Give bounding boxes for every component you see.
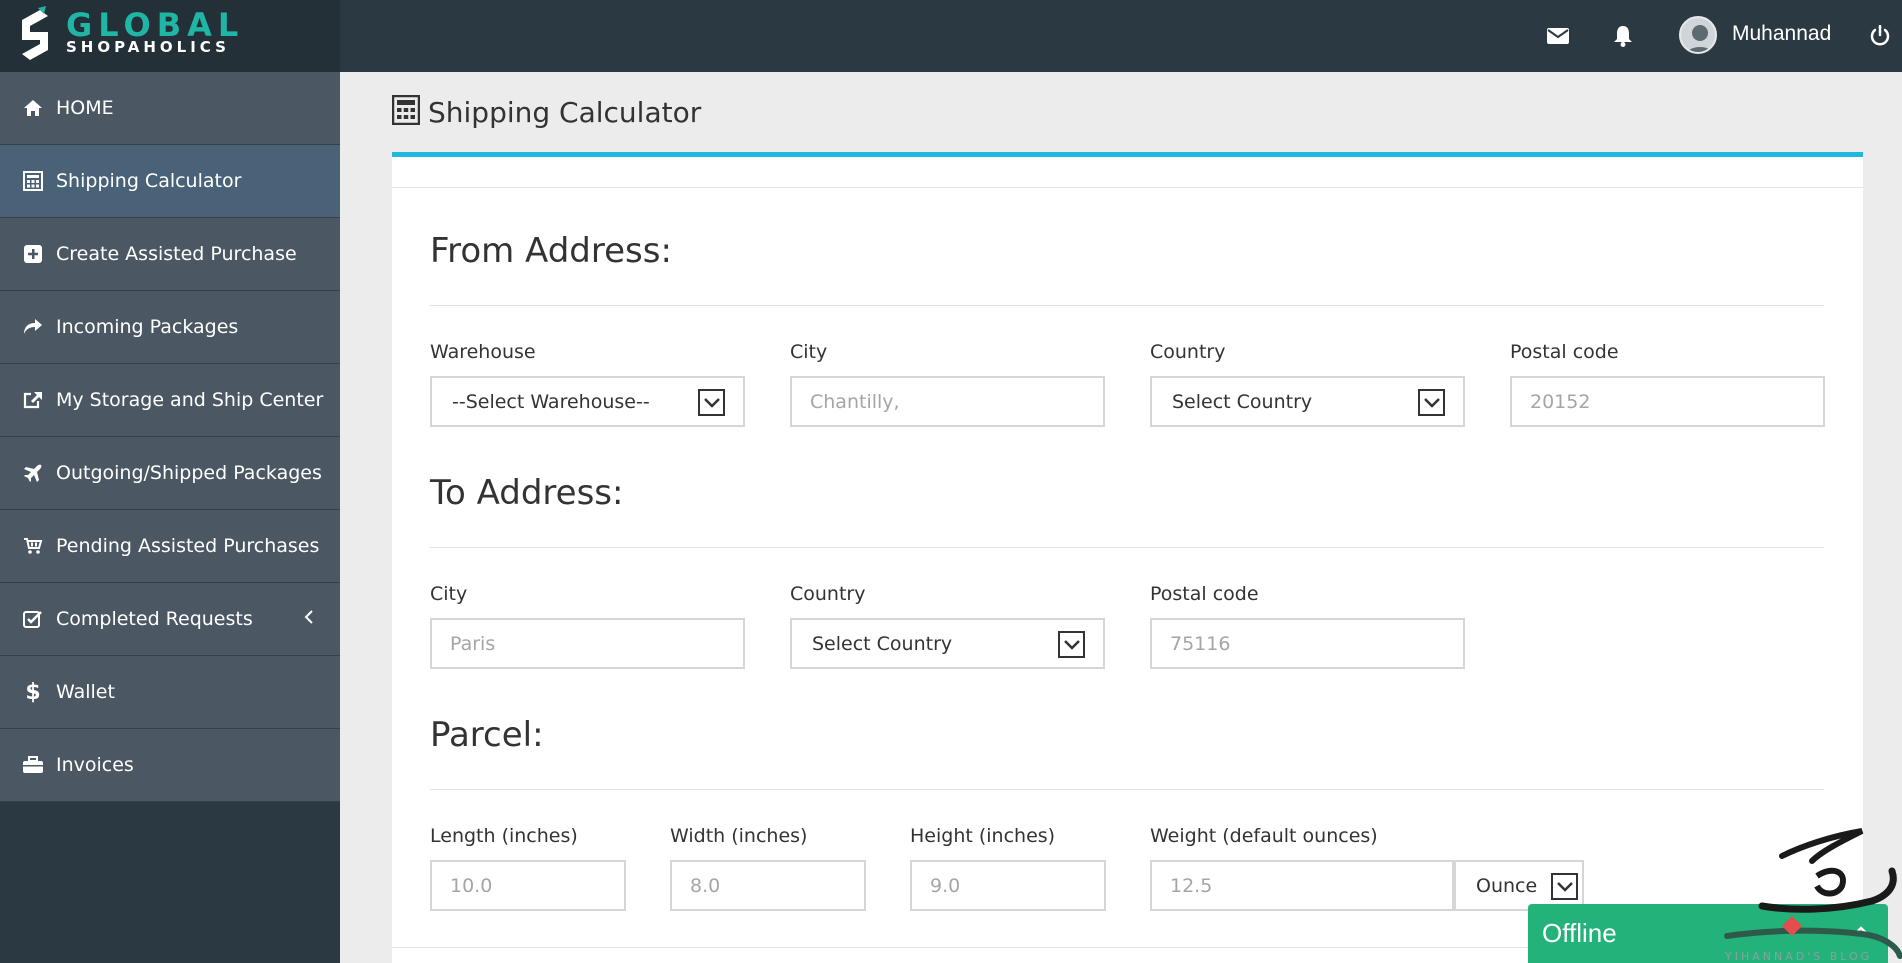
- parcel-title: Parcel:: [430, 715, 544, 755]
- sidebar-item-wallet[interactable]: $ Wallet: [0, 656, 340, 729]
- to-country-select-value: Select Country: [812, 632, 953, 655]
- divider: [430, 789, 1824, 790]
- divider: [430, 547, 1824, 548]
- dollar-icon: $: [25, 679, 41, 705]
- from-address-title: From Address:: [430, 231, 672, 271]
- from-postal-label: Postal code: [1510, 341, 1619, 363]
- calculator-icon: [391, 94, 421, 129]
- logo-s-icon: [22, 6, 48, 60]
- to-postal-input[interactable]: 75116: [1150, 618, 1465, 669]
- watermark-text: YIHANNAD'S BLOG: [1725, 950, 1873, 963]
- brand-logo[interactable]: GLOBAL SHOPAHOLICS: [0, 0, 340, 72]
- sidebar-item-label: Outgoing/Shipped Packages: [56, 462, 322, 484]
- from-country-select[interactable]: Select Country: [1150, 376, 1465, 427]
- sidebar-item-label: Create Assisted Purchase: [56, 243, 297, 265]
- width-input[interactable]: 8.0: [670, 860, 866, 911]
- divider: [430, 305, 1824, 306]
- briefcase-icon: [20, 754, 46, 776]
- warehouse-select[interactable]: --Select Warehouse--: [430, 376, 745, 427]
- sidebar-item-label: My Storage and Ship Center: [56, 389, 324, 411]
- from-city-input[interactable]: Chantilly,: [790, 376, 1105, 427]
- sidebar-item-label: Completed Requests: [56, 608, 253, 630]
- envelope-icon[interactable]: [1542, 20, 1574, 52]
- to-country-label: Country: [790, 583, 866, 605]
- width-label: Width (inches): [670, 825, 808, 847]
- to-postal-label: Postal code: [1150, 583, 1259, 605]
- to-city-input[interactable]: Paris: [430, 618, 745, 669]
- sidebar-item-home[interactable]: HOME: [0, 72, 340, 145]
- from-country-select-value: Select Country: [1172, 390, 1313, 413]
- bell-icon[interactable]: [1607, 20, 1639, 52]
- chevron-down-icon: [1058, 631, 1085, 658]
- watermark-logo: [1724, 828, 1902, 959]
- chat-status: Offline: [1542, 918, 1617, 948]
- height-input[interactable]: 9.0: [910, 860, 1106, 911]
- chevron-down-icon: [1551, 873, 1578, 900]
- share-arrow-icon: [20, 316, 46, 338]
- sidebar-item-label: Incoming Packages: [56, 316, 239, 338]
- plus-square-icon: [20, 243, 46, 265]
- brand-line-2: SHOPAHOLICS: [66, 38, 230, 56]
- to-country-select[interactable]: Select Country: [790, 618, 1105, 669]
- avatar[interactable]: [1679, 16, 1717, 54]
- plane-icon: [20, 462, 46, 484]
- power-icon[interactable]: [1864, 20, 1896, 52]
- sidebar-item-create-assisted-purchase[interactable]: Create Assisted Purchase: [0, 218, 340, 291]
- weight-input[interactable]: 12.5: [1150, 860, 1454, 911]
- top-bar: GLOBAL SHOPAHOLICS Muhannad: [0, 0, 1902, 72]
- check-square-icon: [20, 608, 46, 630]
- username[interactable]: Muhannad: [1732, 22, 1831, 46]
- sidebar-item-label: Pending Assisted Purchases: [56, 535, 320, 557]
- warehouse-select-value: --Select Warehouse--: [452, 390, 650, 413]
- sidebar-item-incoming-packages[interactable]: Incoming Packages: [0, 291, 340, 364]
- from-city-label: City: [790, 341, 828, 363]
- length-input[interactable]: 10.0: [430, 860, 626, 911]
- length-label: Length (inches): [430, 825, 578, 847]
- sidebar-item-invoices[interactable]: Invoices: [0, 729, 340, 802]
- warehouse-label: Warehouse: [430, 341, 536, 363]
- page-title: Shipping Calculator: [428, 95, 702, 129]
- chevron-down-icon: [698, 389, 725, 416]
- sidebar-item-label: HOME: [56, 97, 114, 119]
- height-label: Height (inches): [910, 825, 1056, 847]
- from-country-label: Country: [1150, 341, 1226, 363]
- calculator-icon: [20, 170, 46, 192]
- sidebar-item-shipping-calculator[interactable]: Shipping Calculator: [0, 145, 340, 218]
- sidebar: HOME Shipping Calculator Create Assisted…: [0, 72, 340, 963]
- from-postal-input[interactable]: 20152: [1510, 376, 1825, 427]
- sidebar-item-label: Wallet: [56, 681, 115, 703]
- chevron-left-icon[interactable]: [304, 609, 314, 629]
- page-header: Shipping Calculator: [391, 92, 702, 132]
- weight-unit-value: Ounce: [1476, 874, 1538, 897]
- sidebar-item-pending-assisted-purchases[interactable]: Pending Assisted Purchases: [0, 510, 340, 583]
- sidebar-item-label: Shipping Calculator: [56, 170, 242, 192]
- calculator-form-card: From Address: Warehouse --Select Warehou…: [392, 152, 1863, 963]
- weight-label: Weight (default ounces): [1150, 825, 1378, 847]
- cart-icon: [20, 535, 46, 557]
- to-address-title: To Address:: [430, 473, 624, 513]
- sidebar-item-my-storage[interactable]: My Storage and Ship Center: [0, 364, 340, 437]
- sidebar-item-outgoing-packages[interactable]: Outgoing/Shipped Packages: [0, 437, 340, 510]
- divider: [392, 187, 1863, 188]
- sidebar-item-label: Invoices: [56, 754, 134, 776]
- sidebar-item-completed-requests[interactable]: Completed Requests: [0, 583, 340, 656]
- chevron-down-icon: [1418, 389, 1445, 416]
- home-icon: [20, 97, 46, 119]
- to-city-label: City: [430, 583, 468, 605]
- external-box-icon: [20, 389, 46, 411]
